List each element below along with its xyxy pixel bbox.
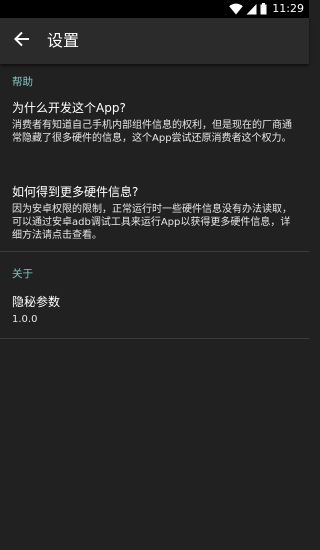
page-title: 设置 bbox=[47, 31, 80, 50]
wifi-icon bbox=[229, 0, 244, 19]
back-button[interactable] bbox=[8, 27, 36, 55]
pref-title: 隐秘参数 bbox=[12, 295, 61, 309]
pref-more-hardware-info[interactable]: 如何得到更多硬件信息? 因为安卓权限的限制，正常运行时一些硬件信息没有办法读取，… bbox=[0, 176, 309, 248]
pref-title: 为什么开发这个App? bbox=[12, 101, 126, 115]
pref-why-develop[interactable]: 为什么开发这个App? 消费者有知道自己手机内部组件信息的权利，但是现在的厂商通… bbox=[0, 94, 309, 162]
section-divider bbox=[0, 251, 309, 252]
app-toolbar: 设置 bbox=[0, 18, 309, 64]
section-divider bbox=[0, 338, 309, 339]
pref-summary: 消费者有知道自己手机内部组件信息的权利，但是现在的厂商通常隐藏了很多硬件的信息，… bbox=[12, 120, 292, 144]
settings-list: 帮助 为什么开发这个App? 消费者有知道自己手机内部组件信息的权利，但是现在的… bbox=[0, 64, 309, 550]
signal-icon bbox=[246, 0, 257, 19]
status-icons: 11:29 bbox=[229, 2, 304, 16]
battery-icon bbox=[260, 0, 267, 19]
category-help: 帮助 bbox=[12, 76, 33, 88]
pref-summary: 因为安卓权限的限制，正常运行时一些硬件信息没有办法读取，可以通过安卓adb调试工… bbox=[12, 204, 292, 241]
status-bar: 11:29 bbox=[0, 0, 309, 18]
pref-title: 如何得到更多硬件信息? bbox=[12, 185, 139, 199]
pref-summary: 1.0.0 bbox=[12, 314, 38, 325]
pref-hidden-params[interactable]: 隐秘参数 1.0.0 bbox=[0, 286, 309, 336]
category-about: 关于 bbox=[12, 268, 33, 280]
arrow-back-icon bbox=[14, 31, 30, 51]
status-time: 11:29 bbox=[272, 2, 304, 15]
